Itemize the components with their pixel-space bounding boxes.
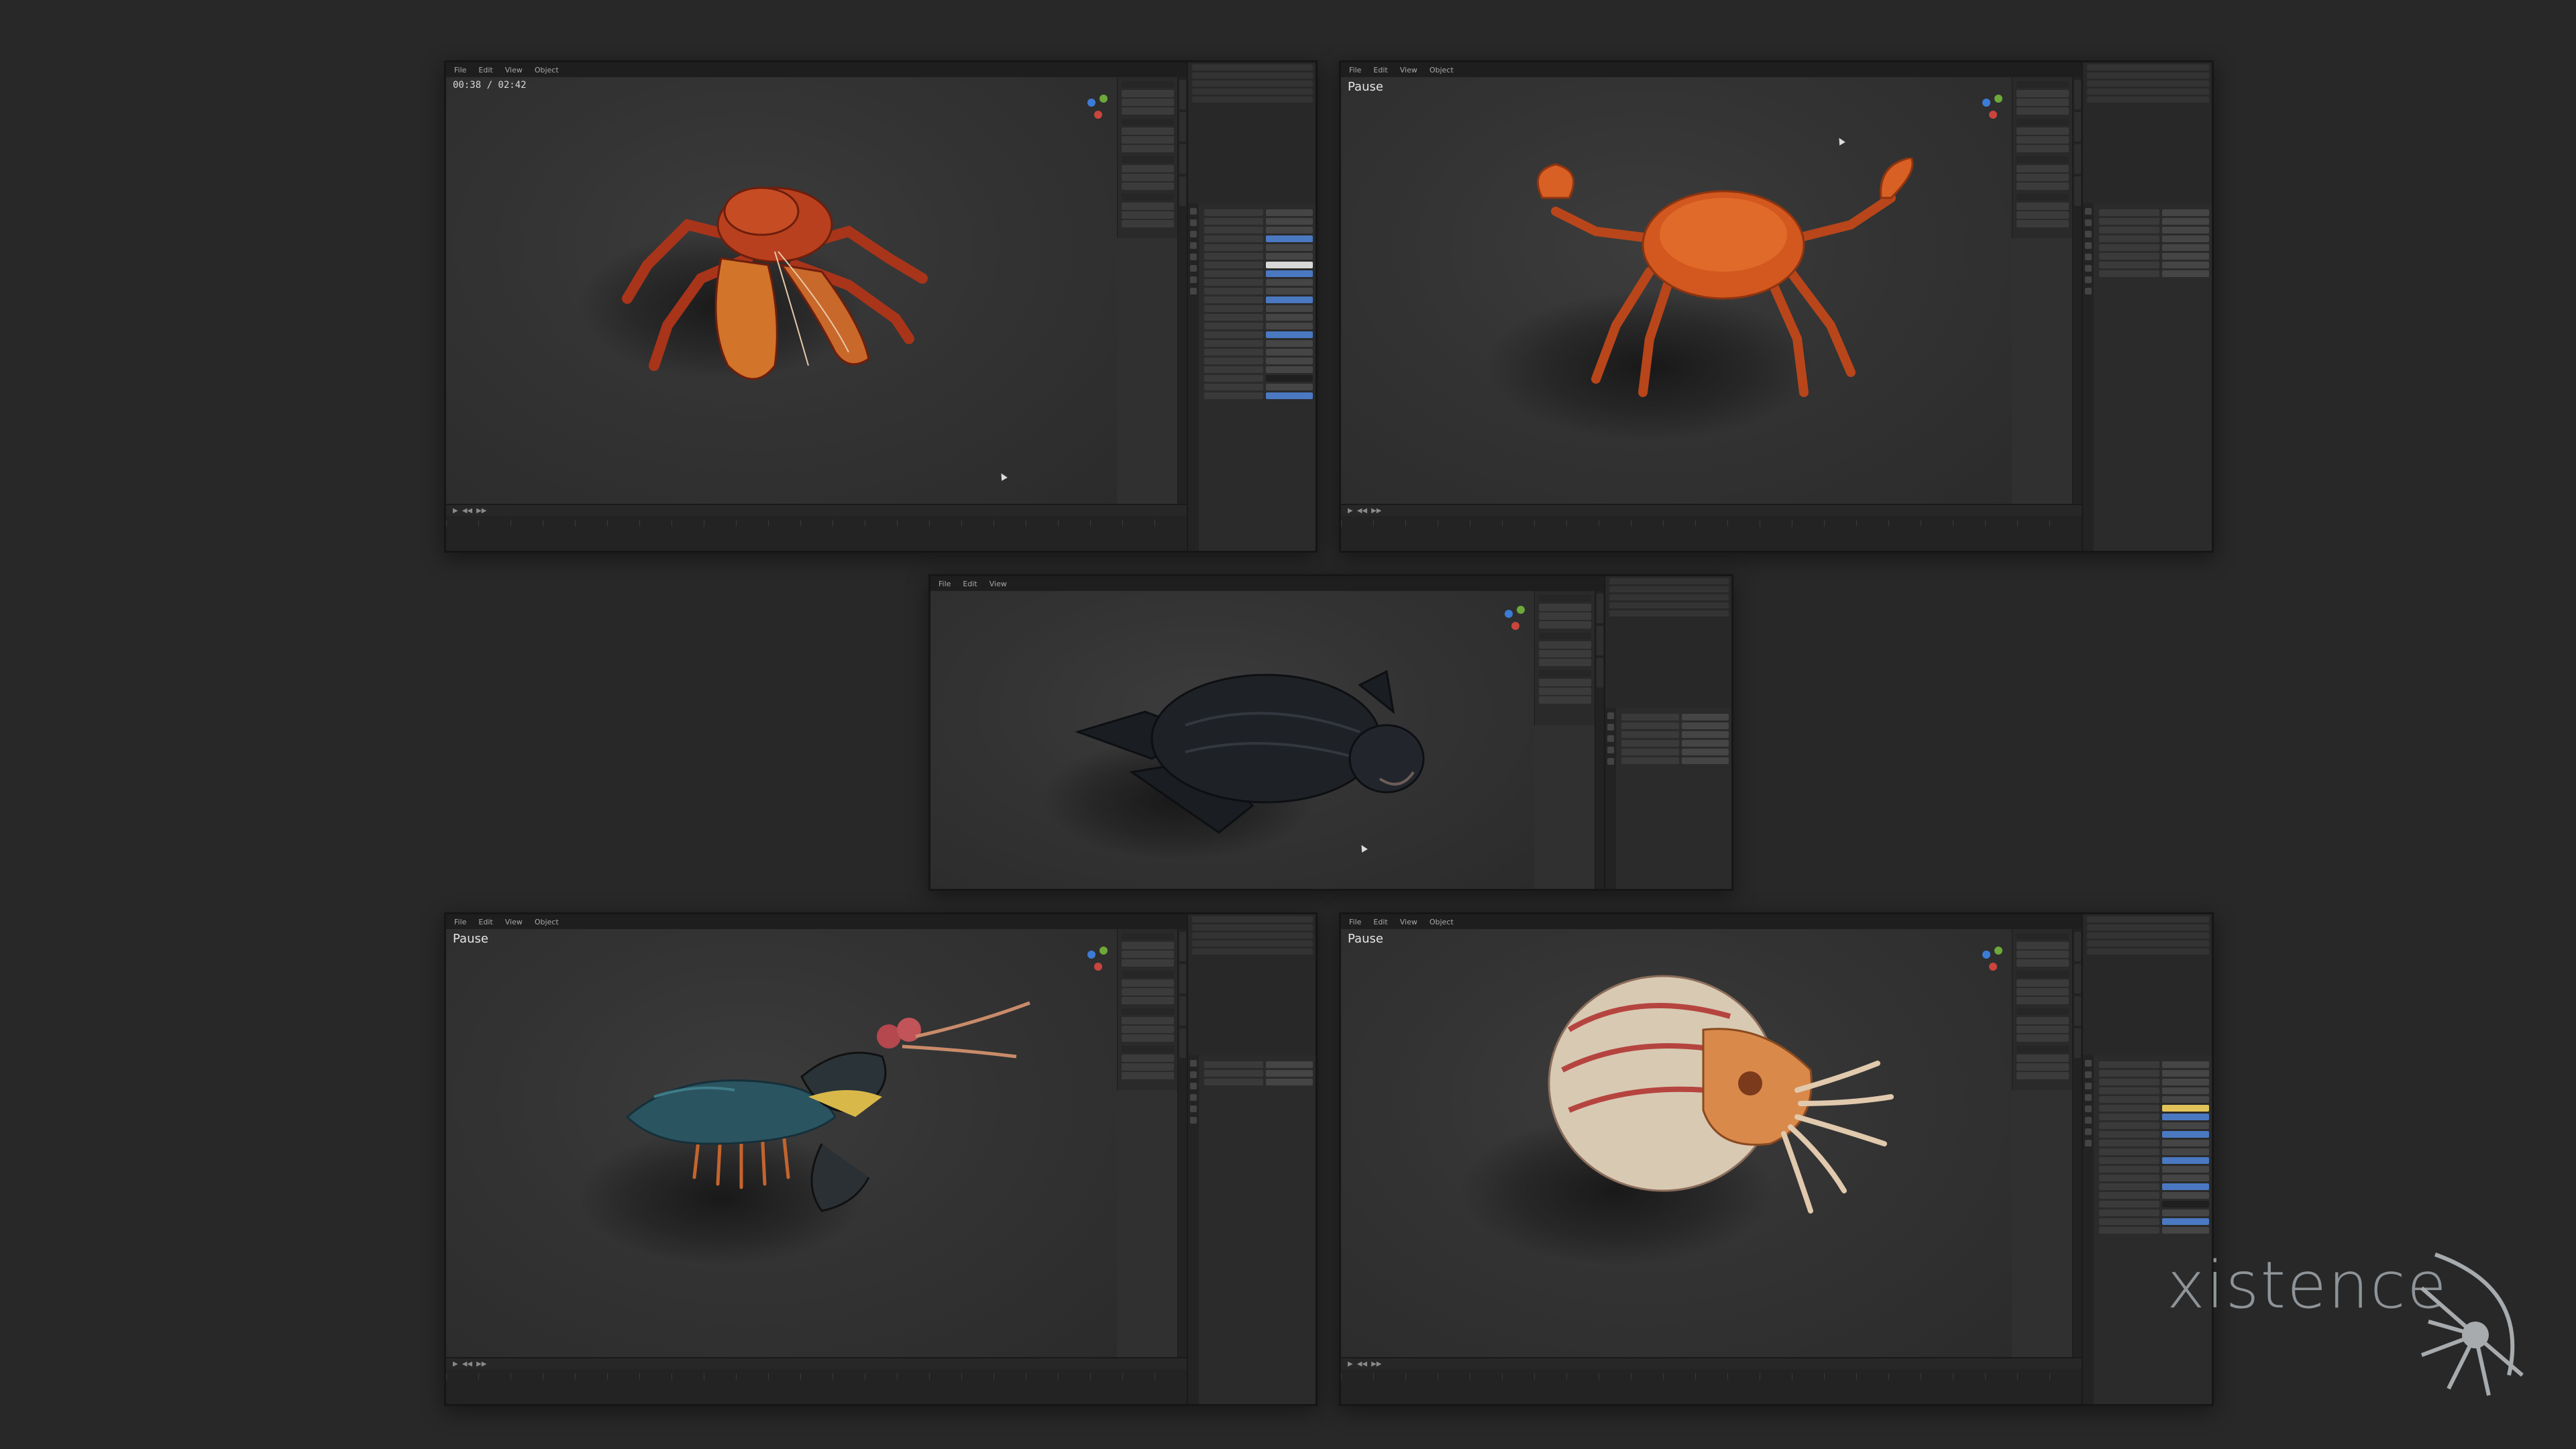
- sidebar-tabs[interactable]: [2072, 77, 2082, 504]
- transform-sidebar: [1117, 929, 1178, 1090]
- red-crab-model: [1536, 158, 1914, 397]
- navigation-gizmo[interactable]: [1085, 93, 1116, 124]
- menu-file[interactable]: File: [1349, 66, 1361, 74]
- timeline[interactable]: ▶ ◀◀ ▶▶: [1341, 504, 2082, 551]
- blender-window-red-crab: File Edit View Object Pause ▶ ◀◀ ▶▶: [1339, 60, 2214, 553]
- sidebar-tabs[interactable]: [1177, 77, 1187, 504]
- properties-editor[interactable]: [1187, 1055, 1316, 1404]
- sidebar-tabs[interactable]: [1595, 591, 1605, 889]
- navigation-gizmo[interactable]: [1980, 945, 2010, 976]
- menu-edit[interactable]: Edit: [478, 66, 492, 74]
- scene-outliner[interactable]: [1604, 576, 1731, 708]
- material-properties-editor[interactable]: [2082, 1055, 2212, 1404]
- world-properties-editor[interactable]: [1604, 708, 1731, 889]
- timeline[interactable]: ▶ ◀◀ ▶▶: [446, 1357, 1187, 1404]
- menu-file[interactable]: File: [454, 66, 466, 74]
- transform-sidebar: [2012, 77, 2073, 238]
- leatherback-turtle-model: [1075, 669, 1425, 834]
- watermark-logo-icon: [2420, 1252, 2524, 1396]
- sidebar-tabs[interactable]: [2072, 929, 2082, 1357]
- menu-view[interactable]: View: [505, 66, 523, 74]
- playback-status: Pause: [1348, 80, 1383, 94]
- menu-file[interactable]: File: [454, 918, 466, 926]
- scene-outliner[interactable]: [1187, 914, 1316, 1055]
- menu-view[interactable]: View: [1400, 918, 1417, 926]
- transform-sidebar: [1117, 77, 1178, 238]
- timeline[interactable]: ▶ ◀◀ ▶▶: [1341, 1357, 2082, 1404]
- menu-object[interactable]: Object: [1430, 66, 1454, 74]
- mantis-shrimp-model: [625, 1001, 1030, 1212]
- navigation-gizmo[interactable]: [1980, 93, 2010, 124]
- scene-outliner[interactable]: [1187, 62, 1316, 203]
- menu-file[interactable]: File: [938, 580, 951, 588]
- scene-outliner[interactable]: [2082, 914, 2212, 1055]
- playback-status: Pause: [1348, 932, 1383, 946]
- 3d-viewport[interactable]: [446, 929, 1117, 1357]
- menu-edit[interactable]: Edit: [1373, 66, 1387, 74]
- 3d-viewport[interactable]: [1341, 77, 2012, 504]
- material-properties-editor[interactable]: [1187, 203, 1316, 551]
- menu-view[interactable]: View: [989, 580, 1007, 588]
- hermit-crab-model: [622, 186, 928, 380]
- timeline[interactable]: ▶ ◀◀ ▶▶: [446, 504, 1187, 551]
- menu-view[interactable]: View: [1400, 66, 1417, 74]
- menu-edit[interactable]: Edit: [1373, 918, 1387, 926]
- playback-timecode: 00:38 / 02:42: [453, 80, 527, 91]
- transform-sidebar: [2012, 929, 2073, 1090]
- menu-object[interactable]: Object: [535, 66, 559, 74]
- menu-edit[interactable]: Edit: [478, 918, 492, 926]
- navigation-gizmo[interactable]: [1502, 604, 1533, 635]
- watermark-brand-text: xistence: [2167, 1248, 2448, 1323]
- blender-window-nautilus: File Edit View Object Pause ▶ ◀◀ ▶▶: [1339, 912, 2214, 1406]
- menu-edit[interactable]: Edit: [963, 580, 977, 588]
- scene-outliner[interactable]: [2082, 62, 2212, 203]
- transform-sidebar: [1534, 591, 1595, 725]
- world-properties-editor[interactable]: [2082, 203, 2212, 551]
- menu-object[interactable]: Object: [1430, 918, 1454, 926]
- menu-view[interactable]: View: [505, 918, 523, 926]
- top-menu-bar: File Edit View Object: [446, 62, 1316, 77]
- blender-window-leatherback-turtle: File Edit View: [928, 574, 1733, 891]
- nautilus-model: [1548, 975, 1894, 1214]
- 3d-viewport[interactable]: [446, 77, 1117, 504]
- menu-object[interactable]: Object: [535, 918, 559, 926]
- 3d-viewport[interactable]: [930, 591, 1534, 889]
- blender-window-mantis-shrimp: File Edit View Object Pause ▶ ◀◀ ▶▶: [444, 912, 1318, 1406]
- blender-window-hermit-crab: File Edit View Object 00:38 / 02:42 ▶ ◀◀…: [444, 60, 1318, 553]
- top-menu-bar: File Edit View Object: [446, 914, 1316, 929]
- 3d-viewport[interactable]: [1341, 929, 2012, 1357]
- sidebar-tabs[interactable]: [1177, 929, 1187, 1357]
- playback-status: Pause: [453, 932, 488, 946]
- menu-file[interactable]: File: [1349, 918, 1361, 926]
- navigation-gizmo[interactable]: [1085, 945, 1116, 976]
